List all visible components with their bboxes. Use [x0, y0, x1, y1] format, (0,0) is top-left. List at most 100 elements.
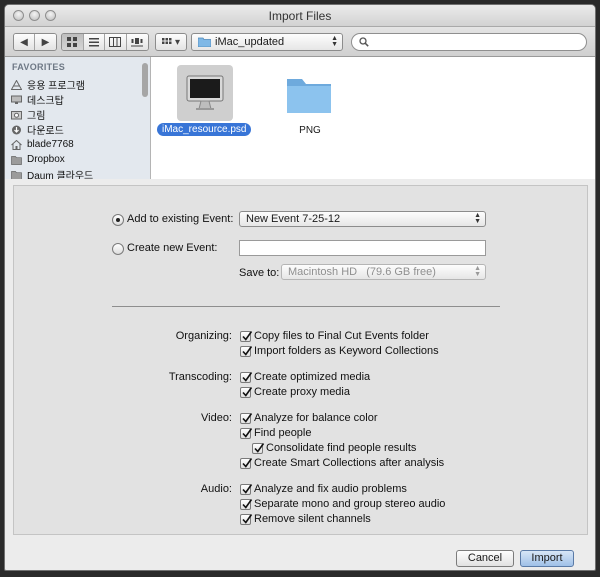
file-name-label: iMac_resource.psd	[157, 123, 252, 136]
keyword-collections-label: Import folders as Keyword Collections	[254, 345, 439, 357]
checkmark-icon	[242, 428, 253, 438]
copy-files-checkbox[interactable]	[240, 331, 253, 342]
import-options-panel: Add to existing Event: New Event 7-25-12…	[13, 185, 588, 535]
section-divider	[112, 306, 500, 307]
checkmark-icon	[254, 443, 265, 453]
forward-button[interactable]: ▶	[35, 34, 56, 50]
title-bar: Import Files	[5, 5, 595, 27]
popup-arrows-icon: ▲ ▼	[474, 212, 481, 225]
fix-audio-label: Analyze and fix audio problems	[254, 483, 407, 495]
checkmark-icon	[242, 387, 253, 397]
search-field[interactable]	[351, 33, 587, 51]
sidebar-item-label: Daum 클라우드	[27, 171, 94, 179]
optimized-media-checkbox[interactable]	[240, 372, 253, 383]
save-to-label: Save to:	[239, 267, 280, 279]
add-existing-event-label: Add to existing Event:	[127, 213, 234, 225]
proxy-media-checkbox[interactable]	[240, 387, 253, 398]
balance-color-label: Analyze for balance color	[254, 412, 378, 424]
arrange-menu-button[interactable]: ▾	[155, 33, 187, 51]
smart-collections-label: Create Smart Collections after analysis	[254, 457, 445, 469]
existing-event-value: New Event 7-25-12	[246, 213, 341, 225]
cancel-button[interactable]: Cancel	[456, 550, 514, 567]
find-people-label: Find people	[254, 427, 312, 439]
audio-label: Audio:	[200, 483, 232, 495]
sidebar-item-daum-cloud[interactable]: Daum 클라우드	[11, 167, 93, 179]
existing-event-popup[interactable]: New Event 7-25-12 ▲ ▼	[239, 211, 486, 227]
remove-silent-checkbox[interactable]	[240, 514, 253, 525]
sidebar-item-label: 다운로드	[27, 126, 64, 137]
folder-icon	[287, 79, 331, 113]
popup-arrows-icon: ▲ ▼	[331, 35, 338, 48]
folder-icon	[11, 170, 22, 179]
location-popup[interactable]: iMac_updated ▲ ▼	[191, 33, 343, 51]
folder-icon	[198, 37, 211, 47]
list-view-button[interactable]	[83, 34, 105, 50]
sidebar-item-desktop[interactable]: 데스크탑	[11, 92, 64, 107]
sidebar-item-label: 데스크탑	[27, 96, 64, 107]
folder-icon	[11, 155, 22, 165]
keyword-collections-checkbox[interactable]	[240, 346, 253, 357]
separate-mono-checkbox[interactable]	[240, 499, 253, 510]
sidebar-item-applications[interactable]: 응용 프로그램	[11, 77, 85, 92]
location-label: iMac_updated	[215, 36, 285, 48]
fix-audio-checkbox[interactable]	[240, 484, 253, 495]
icon-view-button[interactable]	[62, 34, 84, 50]
navigation-buttons: ◀ ▶	[13, 33, 57, 51]
sidebar-item-label: Dropbox	[27, 154, 65, 165]
consolidate-people-label: Consolidate find people results	[266, 442, 417, 454]
checkmark-icon	[242, 484, 253, 494]
checkmark-icon	[242, 514, 253, 524]
optimized-media-label: Create optimized media	[254, 371, 371, 383]
copy-files-label: Copy files to Final Cut Events folder	[254, 330, 429, 342]
remove-silent-label: Remove silent channels	[254, 513, 371, 525]
file-name-label: PNG	[299, 125, 321, 136]
home-icon	[11, 139, 22, 150]
imac-icon	[186, 75, 224, 110]
find-people-checkbox[interactable]	[240, 428, 253, 439]
save-to-popup[interactable]: Macintosh HD (79.6 GB free) ▲ ▼	[281, 264, 486, 280]
file-item-png-folder[interactable]: PNG	[275, 63, 345, 136]
search-icon	[359, 37, 369, 47]
import-files-window: Import Files ◀ ▶ ▾ iMac_updated ▲ ▼ FAVO…	[4, 4, 596, 571]
sidebar-item-home[interactable]: blade7768	[11, 137, 74, 152]
list-view-icon	[88, 38, 99, 47]
file-item-imac-resource[interactable]: iMac_resource.psd	[157, 63, 253, 136]
sidebar-item-downloads[interactable]: 다운로드	[11, 122, 64, 137]
create-new-event-label: Create new Event:	[127, 242, 218, 254]
add-existing-event-radio[interactable]	[112, 214, 124, 226]
checkmark-icon	[242, 413, 253, 423]
sidebar-item-label: 그림	[27, 111, 46, 122]
column-view-button[interactable]	[105, 34, 127, 50]
arrange-grid-icon	[161, 37, 172, 44]
back-button[interactable]: ◀	[14, 34, 36, 50]
proxy-media-label: Create proxy media	[254, 386, 350, 398]
coverflow-view-button[interactable]	[126, 34, 148, 50]
sidebar-scrollbar[interactable]	[142, 63, 148, 97]
consolidate-people-checkbox[interactable]	[252, 443, 265, 454]
sidebar-item-label: 응용 프로그램	[27, 81, 85, 92]
checkmark-icon	[242, 331, 253, 341]
sidebar: FAVORITES 응용 프로그램 데스크탑 그림 다운로드 blade7768…	[5, 57, 151, 179]
smart-collections-checkbox[interactable]	[240, 458, 253, 469]
sidebar-header: FAVORITES	[12, 62, 66, 72]
coverflow-view-icon	[131, 38, 144, 47]
new-event-name-field[interactable]	[239, 240, 486, 256]
import-button[interactable]: Import	[520, 550, 574, 567]
downloads-icon	[12, 125, 21, 134]
chevron-down-icon: ▾	[174, 36, 181, 48]
toolbar: ◀ ▶ ▾ iMac_updated ▲ ▼	[5, 27, 595, 57]
icon-view-icon	[67, 37, 78, 47]
balance-color-checkbox[interactable]	[240, 413, 253, 424]
window-title: Import Files	[268, 9, 332, 23]
view-mode-segmented-control	[61, 33, 149, 51]
column-view-icon	[109, 37, 122, 47]
popup-arrows-icon: ▲ ▼	[474, 265, 481, 278]
sidebar-item-pictures[interactable]: 그림	[11, 107, 45, 122]
create-new-event-radio[interactable]	[112, 243, 124, 255]
video-label: Video:	[201, 412, 232, 424]
separate-mono-label: Separate mono and group stereo audio	[254, 498, 446, 510]
pictures-icon	[11, 110, 22, 119]
sidebar-item-dropbox[interactable]: Dropbox	[11, 152, 65, 167]
applications-icon	[11, 79, 22, 90]
checkmark-icon	[242, 499, 253, 509]
